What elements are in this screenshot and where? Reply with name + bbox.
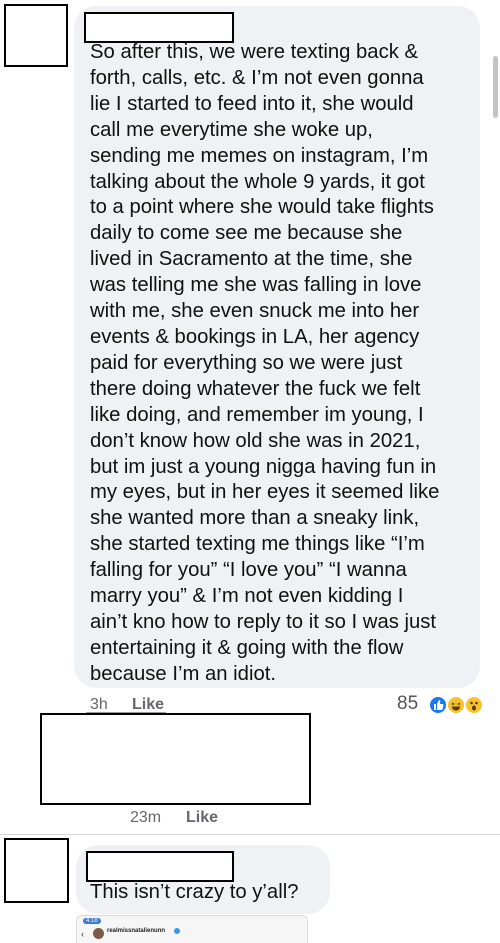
verified-badge-icon: [174, 928, 180, 934]
wow-reaction-icon: [464, 695, 484, 715]
divider: [0, 834, 500, 835]
embedded-username: realmissnatalienunn: [107, 928, 166, 934]
comment-bubble: So after this, we were texting back & for…: [74, 6, 480, 688]
comment-text: So after this, we were texting back & for…: [90, 40, 439, 688]
comment-line: don’t know how old she was in 2021,: [90, 429, 421, 452]
author-name-redacted[interactable]: [86, 851, 234, 882]
comment-bubble: This isn’t crazy to y’all?: [76, 845, 330, 914]
avatar: [93, 928, 104, 939]
comment-line: forth, calls, etc. & I’m not even gonna: [90, 66, 424, 89]
comment-text: This isn’t crazy to y’all?: [90, 881, 299, 903]
scrollbar[interactable]: [493, 56, 498, 118]
like-reaction-icon: [428, 695, 448, 715]
avatar-redacted[interactable]: [4, 838, 69, 903]
comment-line: sending me memes on instagram, I’m: [90, 144, 429, 167]
comment-line: talking about the whole 9 yards, it got: [90, 170, 425, 193]
comment-line: but im just a young nigga having fun in: [90, 455, 437, 478]
comment-redacted: [40, 713, 311, 805]
comment-line: because I’m an idiot.: [90, 662, 277, 685]
comment-line: events & bookings in LA, her agency: [90, 325, 420, 348]
comment-line: to a point where she would take flights: [90, 196, 434, 219]
comment-line: she started texting me things like “I’m: [90, 533, 425, 556]
comment-line: like doing, and remember im young, I: [90, 403, 424, 426]
comment-line: paid for everything so we were just: [90, 351, 403, 374]
comment-line: was telling me she was falling in love: [90, 274, 422, 297]
avatar-redacted[interactable]: [4, 4, 68, 67]
comment-line: So after this, we were texting back &: [90, 41, 419, 63]
comment-line: daily to come see me because she: [90, 222, 403, 245]
comment-line: marry you” & I’m not even kidding I: [90, 585, 404, 608]
comment-line: my eyes, but in her eyes it seemed like: [90, 481, 440, 504]
comment-line: call me everytime she woke up,: [90, 118, 373, 141]
haha-reaction-icon: [446, 695, 466, 715]
comment-line: entertaining it & going with the flow: [90, 636, 404, 659]
comment-line: lie I started to feed into it, she would: [90, 92, 414, 115]
comment-line: with me, she even snuck me into her: [90, 300, 420, 323]
comment-line: she wanted more than a sneaky link,: [90, 507, 420, 530]
comment-line: there doing whatever the fuck we felt: [90, 377, 421, 400]
comment-line: ain’t kno how to reply to it so I was ju…: [90, 610, 437, 633]
comment-line: falling for you” “I love you” “I wanna: [90, 559, 407, 582]
comment-line: lived in Sacramento at the time, she: [90, 248, 413, 271]
status-time: 4:18: [83, 918, 101, 924]
back-chevron-icon: ‹: [81, 929, 84, 939]
comment-timestamp[interactable]: 23m: [130, 809, 161, 827]
reaction-count[interactable]: 85: [397, 693, 418, 715]
embedded-screenshot[interactable]: 4:18 ‹ realmissnatalienunn: [76, 915, 308, 943]
like-button[interactable]: Like: [186, 809, 218, 827]
author-name-redacted[interactable]: [84, 12, 234, 43]
